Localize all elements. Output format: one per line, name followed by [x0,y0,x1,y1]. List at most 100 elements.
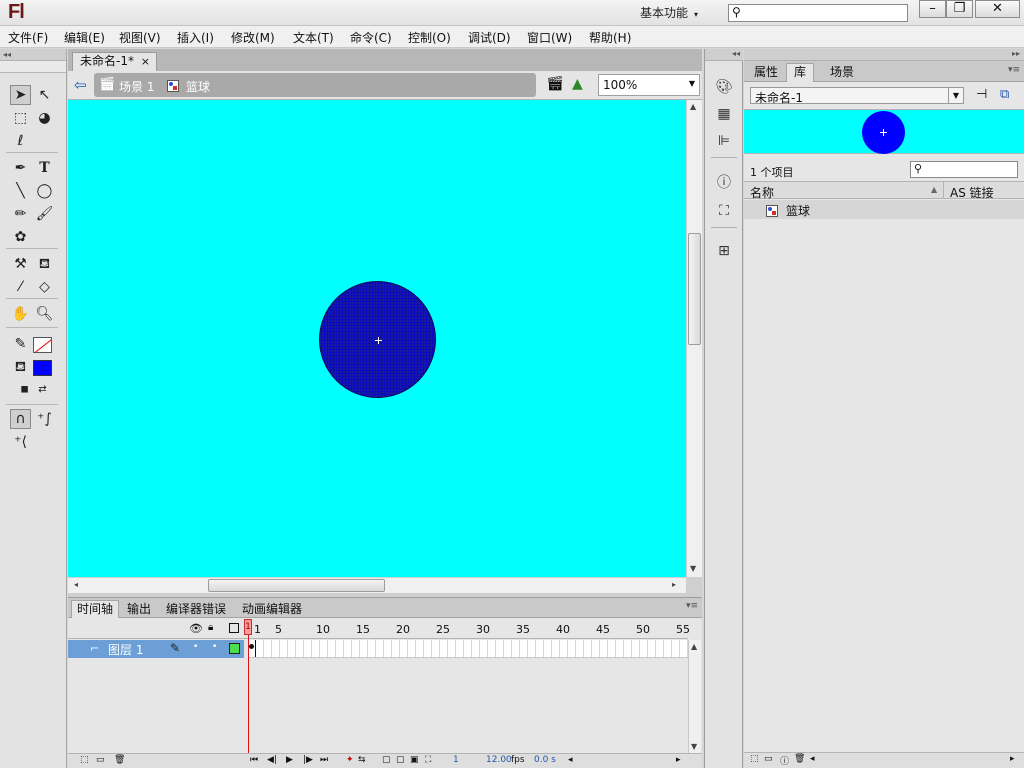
onion-outline-icon[interactable]: ▢ [396,755,405,765]
properties-icon[interactable]: ⓘ [780,754,789,767]
outline-layers-icon[interactable] [229,623,239,633]
line-tool-icon[interactable]: ╲ [10,181,31,201]
panel-menu-icon[interactable]: ▾≡ [686,601,698,611]
straighten-icon[interactable]: ⁺⟨ [10,432,31,452]
keyframe[interactable] [248,640,256,657]
align-panel-icon[interactable]: ⊫ [714,131,734,151]
vertical-scroll-thumb[interactable] [688,233,701,345]
components-panel-icon[interactable]: ⊞ [714,241,734,261]
menu-edit[interactable]: 编辑(E) [64,29,105,46]
column-name[interactable]: 名称 [750,184,774,201]
stroke-color-swatch[interactable] [33,337,52,353]
prev-frame-icon[interactable]: ◀| [267,755,277,765]
bone-tool-icon[interactable]: ⚒ [10,254,31,274]
breadcrumb-symbol[interactable]: 篮球 [186,78,210,95]
menu-insert[interactable]: 插入(I) [177,29,214,46]
tab-library[interactable]: 库 [786,63,815,82]
collapse-panel-icon[interactable]: ▸▸ [1012,49,1020,58]
back-arrow-icon[interactable]: ⇦ [74,76,87,94]
brush-tool-icon[interactable]: 🖌 [34,204,55,224]
scroll-right-icon[interactable]: ▸ [672,580,676,589]
basketball-instance[interactable] [319,281,436,398]
stage-vertical-scrollbar[interactable]: ▲ ▼ [686,100,702,577]
deco-tool-icon[interactable]: ✿ [10,227,31,247]
close-tab-icon[interactable]: × [141,53,150,70]
expand-panels-icon[interactable]: ◂◂ [705,49,743,61]
column-as-linkage[interactable]: AS 链接 [950,184,994,201]
play-icon[interactable]: ▶ [286,755,293,765]
onion-skin-icon[interactable]: ▢ [382,755,391,765]
layer-name[interactable]: 图层 1 [108,641,143,658]
modify-markers-icon[interactable]: ⛶ [425,755,431,765]
oval-tool-icon[interactable]: ◯ [34,181,55,201]
menu-debug[interactable]: 调试(D) [468,29,511,46]
next-frame-icon[interactable]: |▶ [303,755,313,765]
edit-multiple-icon[interactable]: ▣ [410,755,419,765]
workspace-switcher[interactable]: 基本功能 ▾ [640,4,698,21]
free-transform-tool-icon[interactable]: ⬚ [10,108,31,128]
minimize-button[interactable]: – [919,0,946,18]
new-folder-icon[interactable]: ▭ [96,755,105,765]
panel-grip[interactable] [0,61,66,73]
loop-icon[interactable]: ⇆ [358,755,366,765]
snap-to-objects-icon[interactable]: ∩ [10,409,31,429]
3d-rotation-tool-icon[interactable]: ◕ [34,108,55,128]
sort-ascending-icon[interactable]: ▲ [931,185,937,194]
lock-layers-icon[interactable]: 🔒︎ [208,622,213,633]
edit-symbols-icon[interactable]: ▲ [572,76,583,92]
timeline-vertical-scrollbar[interactable]: ▲ ▼ [688,640,701,755]
scroll-right-icon[interactable]: ▸ [676,755,681,765]
tab-output[interactable]: 输出 [121,600,157,618]
scroll-down-icon[interactable]: ▼ [690,564,696,573]
hand-tool-icon[interactable]: ✋ [10,304,31,324]
new-library-panel-icon[interactable]: ⧉ [1000,87,1009,102]
eraser-tool-icon[interactable]: ◇ [34,277,55,297]
zoom-select[interactable]: 100% ▼ [598,74,700,96]
pin-library-icon[interactable]: ⊣ [976,87,987,102]
paint-bucket-tool-icon[interactable]: ⛾ [34,254,55,274]
subselection-tool-icon[interactable]: ↖ [34,85,55,105]
stage-horizontal-scrollbar[interactable]: ◂ ▸ [68,577,686,593]
fill-color-swatch[interactable] [33,360,52,376]
pencil-tool-icon[interactable]: ✏ [10,204,31,224]
frame-strip[interactable] [248,640,688,658]
info-panel-icon[interactable]: ⓘ [714,173,734,193]
help-search-input[interactable]: ⚲ [728,4,908,22]
menu-commands[interactable]: 命令(C) [350,29,392,46]
panel-grip[interactable]: ▸▸ [744,49,1024,61]
color-panel-icon[interactable]: 🎨︎ [714,77,734,97]
pen-tool-icon[interactable]: ✒ [10,158,31,178]
frame-rate[interactable]: 12.00 [486,755,512,765]
scroll-left-icon[interactable]: ◂ [74,580,78,589]
library-item-row[interactable]: 篮球 [744,200,1024,219]
current-frame[interactable]: 1 [453,755,459,765]
lasso-tool-icon[interactable]: ℓ [10,131,31,151]
tab-timeline[interactable]: 时间轴 [71,600,120,618]
tab-scene[interactable]: 场景 [822,63,862,82]
scroll-up-icon[interactable]: ▲ [690,102,696,111]
panel-menu-icon[interactable]: ▾≡ [1008,65,1020,75]
maximize-button[interactable]: ❐ [946,0,973,18]
first-frame-icon[interactable]: ⏮ [250,755,258,765]
menu-modify[interactable]: 修改(M) [231,29,275,46]
menu-text[interactable]: 文本(T) [293,29,334,46]
menu-help[interactable]: 帮助(H) [589,29,631,46]
delete-icon[interactable]: 🗑︎ [794,754,805,764]
library-document-select[interactable]: 未命名-1 ▼ [750,87,964,105]
new-layer-icon[interactable]: ⬚ [80,755,89,765]
scroll-right-icon[interactable]: ▸ [1010,754,1015,764]
menu-file[interactable]: 文件(F) [8,29,48,46]
tab-motion-editor[interactable]: 动画编辑器 [236,600,308,618]
layer-outline-color[interactable] [229,643,240,654]
stage-canvas[interactable] [68,100,686,577]
scroll-left-icon[interactable]: ◂ [568,755,573,765]
playhead[interactable]: 1 [244,619,252,635]
tab-properties[interactable]: 属性 [746,63,786,82]
scroll-down-icon[interactable]: ▼ [691,742,697,751]
lock-dot-icon[interactable]: • [212,642,217,652]
new-symbol-icon[interactable]: ⬚ [750,754,759,764]
selection-tool-icon[interactable]: ➤ [10,85,31,105]
last-frame-icon[interactable]: ⏭ [320,755,328,765]
menu-window[interactable]: 窗口(W) [527,29,572,46]
show-hide-layers-icon[interactable]: 👁︎ [189,622,203,635]
